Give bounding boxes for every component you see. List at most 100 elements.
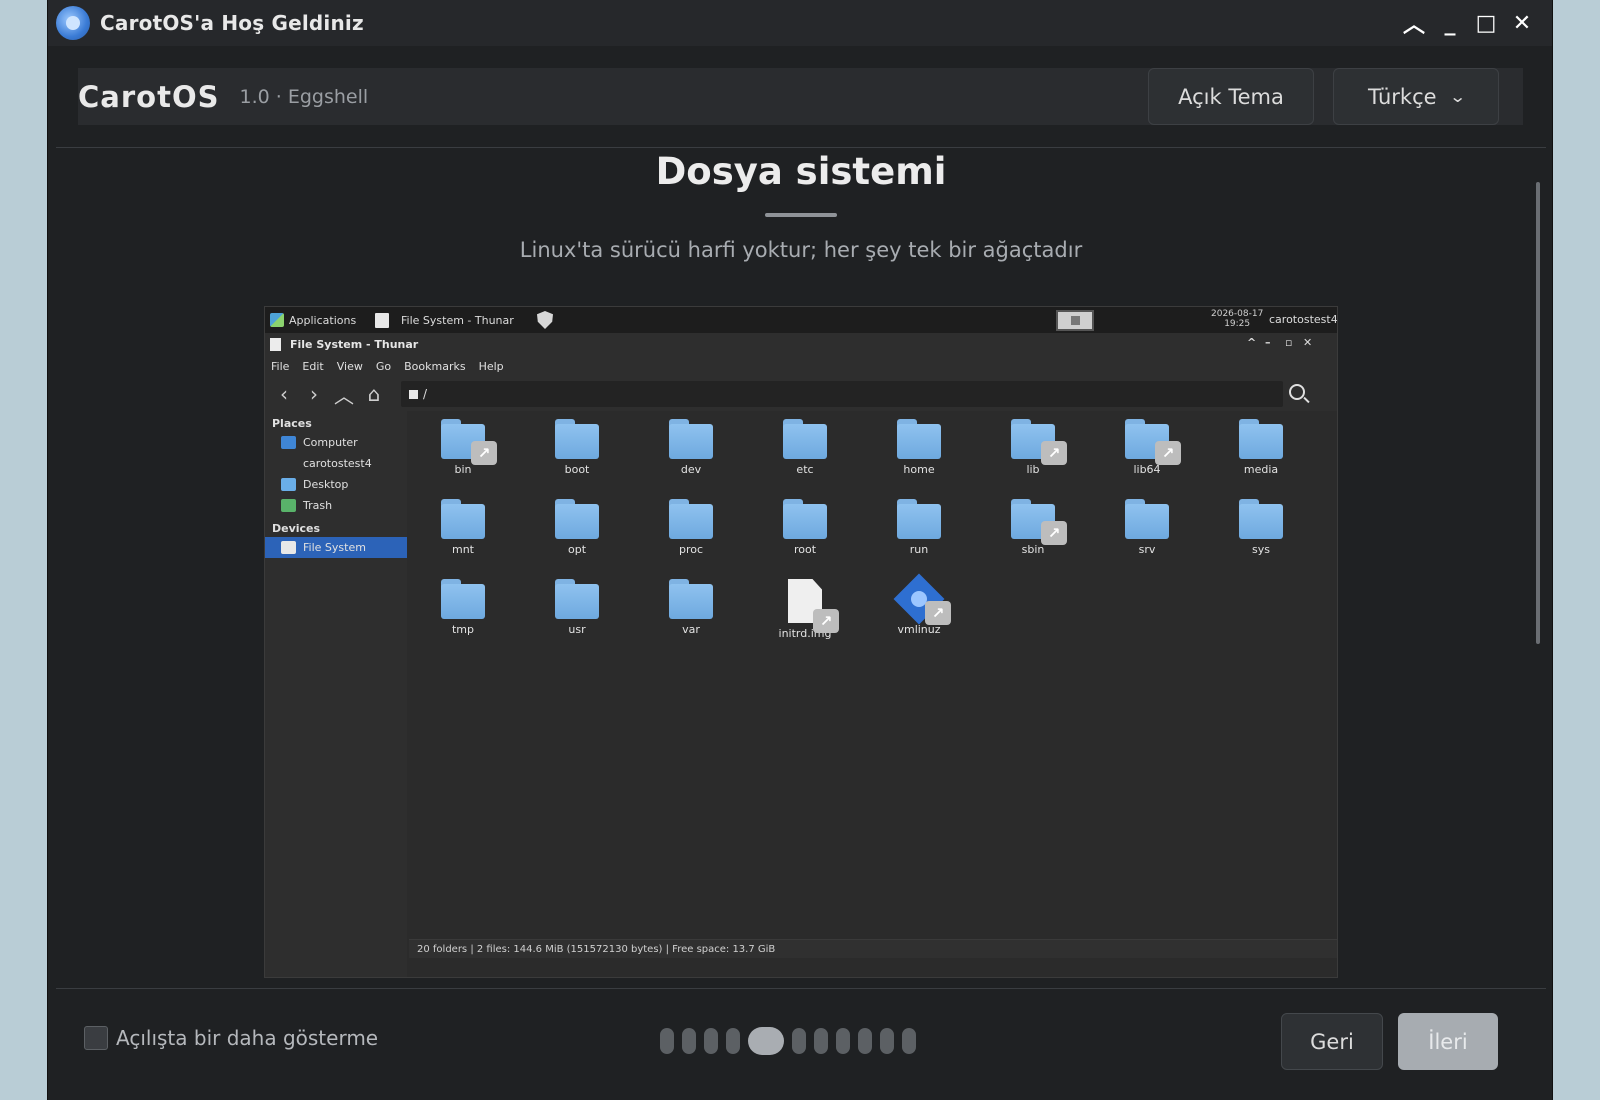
sidebar-item-desktop: Desktop: [265, 474, 407, 495]
drive-icon: [281, 541, 296, 554]
file-item-opt: opt: [537, 499, 617, 556]
dont-show-again-label: Açılışta bir daha gösterme: [116, 1026, 379, 1050]
file-item-tmp: tmp: [423, 579, 503, 636]
menu-bookmarks: Bookmarks: [404, 359, 466, 373]
folder-icon: ↗: [1125, 419, 1181, 465]
trash-icon: [281, 499, 296, 512]
page-dot[interactable]: [880, 1028, 894, 1054]
menu-edit: Edit: [302, 359, 324, 373]
taskbar-item: File System - Thunar: [369, 312, 529, 328]
page-dot[interactable]: [704, 1028, 718, 1054]
page-dot[interactable]: [726, 1028, 740, 1054]
page-dot[interactable]: [902, 1028, 916, 1054]
desktop-icon: [281, 478, 296, 491]
thunar-screenshot: Applications File System - Thunar 2026-0…: [264, 306, 1338, 978]
folder-icon: [555, 419, 599, 459]
symlink-arrow-icon: ↗: [925, 601, 951, 625]
symlink-arrow-icon: ↗: [1155, 441, 1181, 465]
menu-view: View: [336, 359, 363, 373]
location-bar: /: [401, 381, 1283, 407]
thunar-toolbar: ‹ › ︿ ⌂ /: [265, 377, 1337, 411]
menu-go: Go: [375, 359, 392, 373]
folder-icon: [555, 499, 599, 539]
file-item-label: proc: [678, 543, 704, 556]
minimize-icon: –: [1265, 336, 1271, 349]
version-label: 1.0 · Eggshell: [239, 85, 369, 108]
theme-toggle-button[interactable]: Açık Tema: [1148, 68, 1314, 125]
shield-icon: [537, 311, 553, 329]
page-dot[interactable]: [814, 1028, 828, 1054]
next-button[interactable]: İleri: [1398, 1013, 1498, 1070]
file-item-label: mnt: [452, 543, 474, 556]
file-grid: ↗ bin boot dev etc home ↗ lib ↗ lib64 media mnt opt p…: [409, 411, 1337, 939]
folder-icon: [669, 419, 713, 459]
dont-show-again-checkbox[interactable]: [84, 1026, 108, 1050]
devices-header: Devices: [272, 522, 321, 535]
sidebar-item-trash: Trash: [265, 495, 407, 516]
places-header: Places: [272, 417, 312, 430]
shade-icon[interactable]: ︿: [1396, 5, 1432, 41]
file-item-label: run: [909, 543, 929, 556]
folder-icon: ↗: [1011, 499, 1067, 545]
file-item-label: sys: [1252, 543, 1270, 556]
page-dot[interactable]: [858, 1028, 872, 1054]
thunar-titlebar: File System - Thunar ^ – ▫ ✕: [265, 333, 1337, 355]
page-dot[interactable]: [792, 1028, 806, 1054]
search-icon: [1289, 384, 1305, 400]
file-item-label: usr: [568, 623, 586, 636]
home-icon: ⌂: [367, 382, 381, 406]
window-title: CarotOS'a Hoş Geldiniz: [100, 11, 364, 35]
content-scrollbar[interactable]: [1536, 182, 1540, 644]
home-folder-icon: [281, 457, 296, 470]
tray-stop-icon: [1056, 310, 1094, 331]
file-item-usr: usr: [537, 579, 617, 636]
maximize-icon[interactable]: □: [1468, 5, 1504, 41]
document-icon: ↗: [783, 579, 839, 633]
file-item-label: etc: [796, 463, 814, 476]
drive-icon: [409, 389, 418, 399]
folder-icon: [783, 499, 827, 539]
folder-icon: [669, 579, 713, 619]
file-item-label: var: [682, 623, 700, 636]
minimize-icon[interactable]: _: [1432, 5, 1468, 41]
back-button[interactable]: Geri: [1281, 1013, 1383, 1070]
file-item-proc: proc: [651, 499, 731, 556]
file-item-label: srv: [1138, 543, 1156, 556]
file-item-run: run: [879, 499, 959, 556]
folder-icon: [783, 419, 827, 459]
applications-icon: [270, 313, 284, 327]
symlink-arrow-icon: ↗: [471, 441, 497, 465]
page-dot[interactable]: [836, 1028, 850, 1054]
thunar-statusbar: 20 folders | 2 files: 144.6 MiB (1515721…: [409, 939, 1337, 958]
panel-username: carotostest4: [1269, 313, 1338, 326]
location-path: /: [423, 387, 428, 401]
page-dot-active[interactable]: [748, 1027, 784, 1055]
file-item-label: dev: [680, 463, 702, 476]
language-select[interactable]: Türkçe ⌄: [1333, 68, 1499, 125]
forward-arrow-icon: ›: [310, 382, 318, 406]
taskbar-item-label: File System - Thunar: [401, 313, 514, 327]
shade-icon: ^: [1247, 336, 1257, 349]
file-item-dev: dev: [651, 419, 731, 476]
file-item-etc: etc: [765, 419, 845, 476]
symlink-arrow-icon: ↗: [813, 609, 839, 633]
thunar-title: File System - Thunar: [290, 337, 419, 351]
sidebar-item-label: Trash: [303, 499, 333, 512]
file-item-label: tmp: [451, 623, 474, 636]
file-item-label: home: [903, 463, 935, 476]
document-icon: [375, 312, 389, 328]
page-dot[interactable]: [660, 1028, 674, 1054]
file-item-lib: ↗ lib: [993, 419, 1073, 476]
menu-help: Help: [478, 359, 504, 373]
dont-show-again-option[interactable]: Açılışta bir daha gösterme: [84, 1026, 378, 1050]
file-item-bin: ↗ bin: [423, 419, 503, 476]
page-dot[interactable]: [682, 1028, 696, 1054]
thunar-menubar: File Edit View Go Bookmarks Help: [265, 355, 1337, 377]
carotos-logo-icon: [56, 6, 90, 40]
footer-divider: [56, 988, 1546, 989]
window-titlebar[interactable]: CarotOS'a Hoş Geldiniz ︿ _ □ ✕: [48, 0, 1552, 46]
page-subtitle: Linux'ta sürücü harfi yoktur; her şey te…: [519, 238, 1083, 262]
close-icon[interactable]: ✕: [1504, 5, 1540, 41]
xfce-panel: Applications File System - Thunar 2026-0…: [265, 307, 1337, 333]
sidebar-item-label: File System: [303, 541, 366, 554]
